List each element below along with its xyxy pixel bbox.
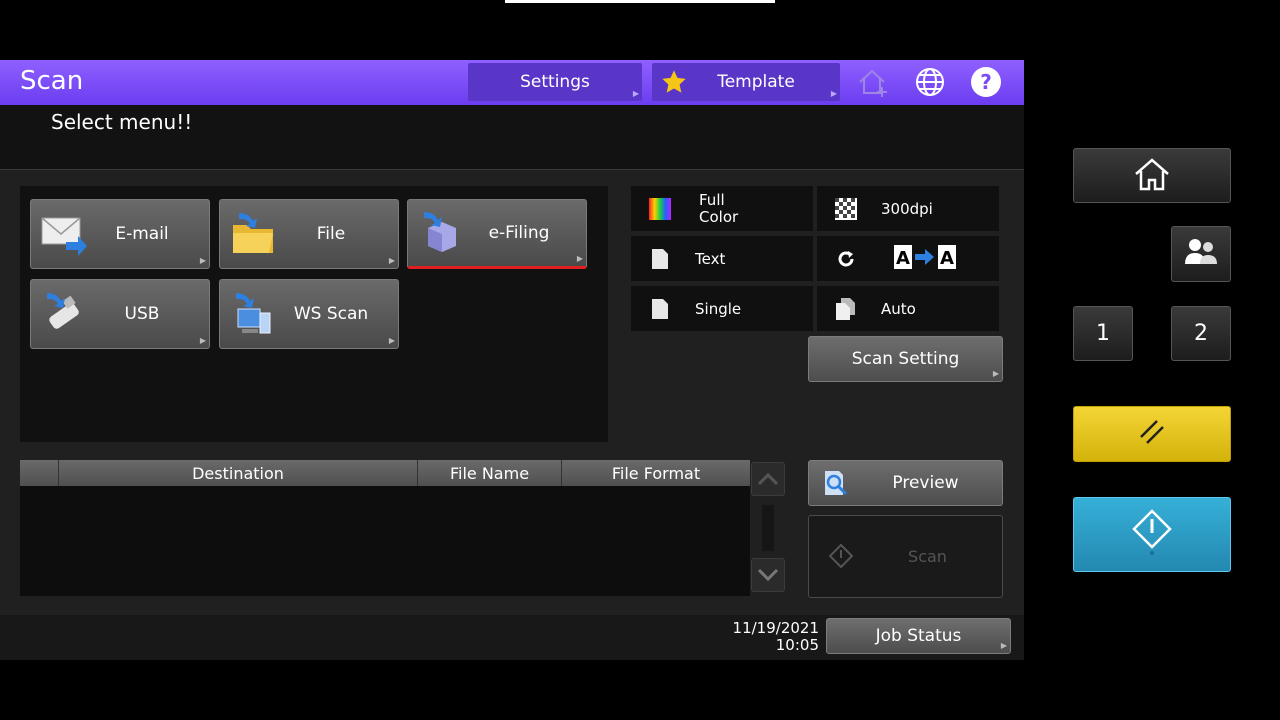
- function-menu: E-mail ▶ File ▶ e-Filing ▶ USB ▶ WS Scan…: [20, 186, 608, 442]
- start-button[interactable]: [1073, 497, 1231, 572]
- settings-label: Settings: [520, 72, 590, 92]
- efiling-label: e-Filing: [488, 223, 550, 243]
- resolution-option[interactable]: 300dpi: [817, 186, 999, 231]
- multi-page-icon: [831, 295, 861, 323]
- corner-arrow-icon: ▶: [388, 256, 395, 265]
- usb-icon: [39, 289, 89, 339]
- sides-option[interactable]: Single: [631, 286, 813, 331]
- reset-button[interactable]: [1073, 406, 1231, 462]
- datetime: 11/19/2021 10:05: [733, 620, 819, 654]
- usb-tile[interactable]: USB ▶: [30, 279, 210, 349]
- scan-button[interactable]: Scan: [808, 515, 1003, 598]
- column-file-name: File Name: [417, 460, 561, 486]
- time-text: 10:05: [775, 636, 819, 654]
- efiling-tile[interactable]: e-Filing ▶: [407, 199, 587, 269]
- resolution-label: 300dpi: [881, 199, 933, 218]
- column-file-format: File Format: [561, 460, 750, 486]
- checker-icon: [831, 195, 861, 223]
- top-strip: [505, 0, 775, 3]
- memory-2-button[interactable]: 2: [1171, 306, 1231, 361]
- corner-arrow-icon: ▶: [830, 89, 837, 98]
- memory-2-label: 2: [1194, 321, 1208, 346]
- original-size-label: Auto: [881, 299, 916, 318]
- memory-1-label: 1: [1096, 321, 1110, 346]
- email-tile[interactable]: E-mail ▶: [30, 199, 210, 269]
- scan-panel: Scan Settings ▶ Template ▶ ? Select menu…: [0, 60, 1024, 660]
- header-bar: Scan Settings ▶ Template ▶ ?: [0, 60, 1024, 105]
- efiling-box-icon: [416, 208, 466, 258]
- scan-setting-label: Scan Setting: [851, 349, 960, 369]
- destination-table: Destination File Name File Format: [20, 460, 750, 596]
- svg-text:A: A: [940, 248, 954, 269]
- globe-icon[interactable]: [913, 65, 947, 99]
- corner-arrow-icon: ▶: [1000, 641, 1007, 650]
- corner-arrow-icon: ▶: [576, 254, 583, 263]
- original-mode-option[interactable]: Text: [631, 236, 813, 281]
- file-label: File: [316, 224, 346, 244]
- svg-text:A: A: [896, 248, 910, 269]
- scan-setting-button[interactable]: Scan Setting ▶: [808, 336, 1003, 382]
- email-icon: [39, 209, 89, 259]
- rotate-icon: [831, 245, 861, 273]
- corner-arrow-icon: ▶: [632, 89, 639, 98]
- folder-icon: [228, 209, 278, 259]
- home-add-icon[interactable]: [856, 65, 890, 99]
- color-mode-option[interactable]: Full Color: [631, 186, 813, 231]
- page-title: Scan: [20, 66, 84, 96]
- help-icon[interactable]: ?: [969, 65, 1003, 99]
- email-label: E-mail: [115, 224, 169, 244]
- user-button[interactable]: [1171, 226, 1231, 282]
- scan-label: Scan: [908, 547, 947, 566]
- scroll-down-button[interactable]: [751, 558, 785, 592]
- preview-icon: [821, 469, 851, 504]
- ws-scan-label: WS Scan: [293, 304, 369, 324]
- document-icon: [645, 295, 675, 323]
- scan-start-icon: [828, 543, 854, 572]
- template-button[interactable]: Template ▶: [652, 63, 840, 101]
- column-destination: Destination: [58, 460, 417, 486]
- job-status-button[interactable]: Job Status ▶: [826, 618, 1011, 654]
- star-icon: [660, 68, 688, 101]
- corner-arrow-icon: ▶: [199, 256, 206, 265]
- scroll-track[interactable]: [762, 505, 774, 551]
- home-icon: [1132, 156, 1172, 196]
- sides-label: Single: [695, 299, 742, 318]
- corner-arrow-icon: ▶: [992, 369, 999, 378]
- file-tile[interactable]: File ▶: [219, 199, 399, 269]
- reset-icon: [1137, 417, 1167, 451]
- table-header-spacer: [20, 460, 58, 486]
- document-icon: [645, 245, 675, 273]
- color-bar-icon: [645, 195, 675, 223]
- date-text: 11/19/2021: [732, 619, 819, 637]
- color-mode-label: Full Color: [699, 190, 739, 226]
- job-status-label: Job Status: [875, 626, 962, 646]
- template-label: Template: [717, 72, 795, 92]
- memory-1-button[interactable]: 1: [1073, 306, 1133, 361]
- home-button[interactable]: [1073, 148, 1231, 203]
- usb-label: USB: [124, 304, 160, 324]
- preview-button[interactable]: Preview: [808, 460, 1003, 506]
- original-mode-label: Text: [695, 249, 726, 268]
- ws-scan-icon: [228, 289, 278, 339]
- users-icon: [1183, 236, 1219, 272]
- corner-arrow-icon: ▶: [199, 336, 206, 345]
- svg-text:?: ?: [980, 70, 992, 94]
- scroll-up-button[interactable]: [751, 462, 785, 496]
- corner-arrow-icon: ▶: [388, 336, 395, 345]
- settings-button[interactable]: Settings ▶: [468, 63, 642, 101]
- preview-label: Preview: [892, 473, 959, 493]
- rotation-option[interactable]: A A: [817, 236, 999, 281]
- original-size-option[interactable]: Auto: [817, 286, 999, 331]
- table-header: Destination File Name File Format: [20, 460, 750, 486]
- ws-scan-tile[interactable]: WS Scan ▶: [219, 279, 399, 349]
- status-message: Select menu!!: [51, 110, 193, 134]
- a-to-a-icon: A A: [893, 244, 959, 274]
- start-icon: [1132, 508, 1172, 561]
